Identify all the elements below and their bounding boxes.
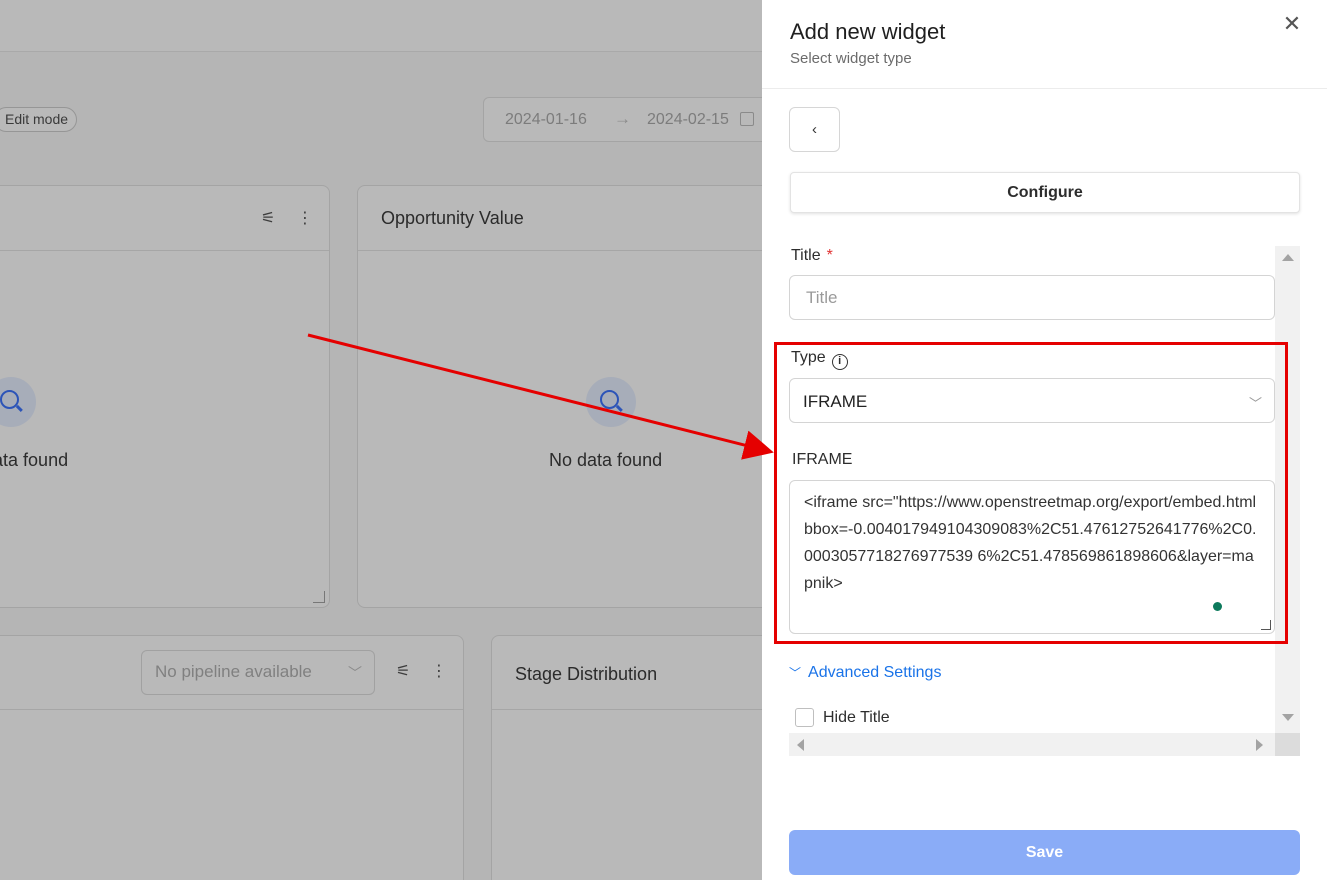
edit-mode-toggle[interactable]: Edit mode [0,107,78,132]
more-icon[interactable]: ⋮ [430,663,448,681]
pipeline-placeholder: No pipeline available [155,662,312,681]
info-icon[interactable]: i [831,354,848,370]
drawer-header: Add new widget Select widget type ✕ [762,0,1327,89]
resize-handle[interactable] [1261,620,1271,630]
save-button[interactable]: Save [789,830,1300,875]
chevron-down-icon: ﹀ [789,666,802,680]
back-button[interactable]: ‹ [789,107,840,152]
pipeline-select[interactable]: No pipeline available ﹀ [141,650,375,695]
drawer-subtitle: Select widget type [790,50,912,67]
close-icon[interactable]: ✕ [1281,13,1303,35]
add-widget-drawer: Add new widget Select widget type ✕ ‹ Co… [762,0,1327,880]
filter-icon[interactable]: ⚟ [394,663,412,681]
scroll-left-icon[interactable] [797,739,804,751]
chevron-down-icon: ﹀ [1248,396,1262,411]
scroll-down-icon[interactable] [1282,714,1294,721]
type-select[interactable]: IFRAME ﹀ [789,378,1275,423]
drawer-title: Add new widget [790,19,946,44]
type-label: Type i [791,349,848,370]
iframe-label: IFRAME [792,451,853,468]
widget-card: Stage Distribution [491,635,791,880]
date-range-picker[interactable]: 2024-01-16 → 2024-02-15 [483,97,783,142]
search-icon [0,377,36,427]
widget-form: Title * Title Type i IFRAME ﹀ IFRAME <ifra… [789,246,1300,756]
widget-card: Opportunity Value No data found [357,185,787,608]
widget-title: Stage Distribution [515,664,658,684]
title-input[interactable]: Title [789,275,1275,320]
calendar-icon [740,112,754,126]
chevron-down-icon: ﹀ [348,665,362,681]
empty-state-text: No data found [549,450,663,470]
date-start: 2024-01-16 [505,111,587,128]
empty-state-text: No data found [0,450,69,470]
horizontal-scrollbar[interactable] [789,733,1300,756]
scroll-right-icon[interactable] [1256,739,1263,751]
scroll-up-icon[interactable] [1282,254,1294,261]
iframe-textarea[interactable]: <iframe src="https://www.openstreetmap.o… [789,480,1275,634]
resize-handle[interactable] [313,591,325,603]
title-label: Title * [791,247,833,264]
scrollbar-corner [1275,733,1300,756]
widget-header: Opportunity Value [358,186,786,251]
vertical-scrollbar[interactable] [1275,246,1300,733]
advanced-settings-label: Advanced Settings [808,664,942,681]
search-icon [586,377,636,427]
hide-title-label: Hide Title [823,709,890,726]
required-marker: * [826,247,833,264]
status-dot [1213,602,1222,611]
filter-icon[interactable]: ⚟ [259,210,277,228]
date-end: 2024-02-15 [647,111,729,128]
widget-title: Opportunity Value [381,208,524,228]
widget-card: ⚟ ⋮ No data found [0,185,330,608]
advanced-settings-toggle[interactable]: ﹀ Advanced Settings [789,664,941,682]
widget-header: ⚟ ⋮ [0,186,329,251]
arrow-right-icon: → [614,109,631,128]
type-select-value: IFRAME [803,392,868,411]
widget-header: Stage Distribution [492,636,790,710]
iframe-code: <iframe src="https://www.openstreetmap.o… [804,494,1257,592]
more-icon[interactable]: ⋮ [296,210,314,228]
hide-title-checkbox[interactable] [795,708,814,727]
tab-configure[interactable]: Configure [790,172,1300,213]
